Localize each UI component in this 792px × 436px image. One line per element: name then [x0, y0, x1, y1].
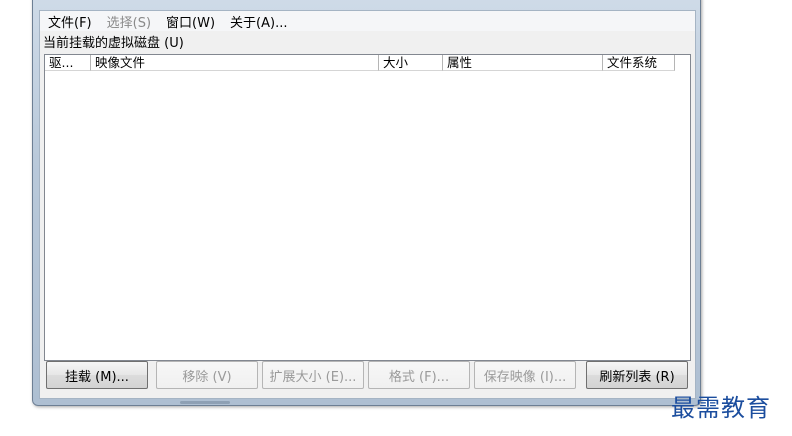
- list-header: 驱... 映像文件 大小 属性 文件系统: [45, 55, 690, 72]
- button-row: 挂载 (M)... 移除 (V) 扩展大小 (E)... 格式 (F)... 保…: [40, 361, 695, 391]
- window-shine: [180, 401, 230, 404]
- menu-bar: 文件(F) 选择(S) 窗口(W) 关于(A)...: [40, 11, 695, 31]
- mount-button[interactable]: 挂载 (M)...: [46, 361, 148, 389]
- watermark-text: 最需教育: [671, 394, 771, 422]
- format-button[interactable]: 格式 (F)...: [368, 361, 470, 389]
- extend-size-button[interactable]: 扩展大小 (E)...: [262, 361, 364, 389]
- menu-select[interactable]: 选择(S): [99, 12, 158, 31]
- column-header-drive[interactable]: 驱...: [45, 55, 91, 71]
- mounted-disks-label: 当前挂载的虚拟磁盘 (U): [43, 36, 184, 51]
- column-header-attributes[interactable]: 属性: [443, 55, 603, 71]
- remove-button[interactable]: 移除 (V): [156, 361, 258, 389]
- client-area: 文件(F) 选择(S) 窗口(W) 关于(A)... 当前挂载的虚拟磁盘 (U)…: [39, 10, 696, 399]
- column-header-image-file[interactable]: 映像文件: [91, 55, 379, 71]
- column-header-size[interactable]: 大小: [379, 55, 443, 71]
- menu-about[interactable]: 关于(A)...: [222, 12, 294, 31]
- menu-window[interactable]: 窗口(W): [158, 12, 222, 31]
- menu-file[interactable]: 文件(F): [40, 12, 99, 31]
- refresh-list-button[interactable]: 刷新列表 (R): [586, 361, 688, 389]
- mounted-disks-list[interactable]: 驱... 映像文件 大小 属性 文件系统: [44, 54, 691, 361]
- column-header-filesystem[interactable]: 文件系统: [603, 55, 675, 71]
- save-image-button[interactable]: 保存映像 (I)...: [474, 361, 576, 389]
